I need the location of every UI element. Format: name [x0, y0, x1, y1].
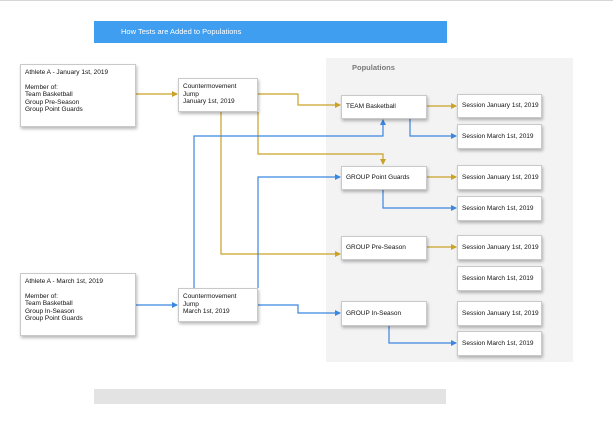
connector-test-jan-to-pre-season — [220, 112, 341, 257]
population-team-basketball[interactable]: TEAM Basketball — [341, 95, 427, 119]
membership-item: Group Pre-Season — [25, 98, 80, 106]
member-of-label: Member of: — [25, 292, 58, 300]
session-point-guards-march[interactable]: Session March 1st, 2019 — [457, 196, 542, 221]
session-label: Session January 1st, 2019 — [462, 173, 539, 181]
connector-team-basketball-to-session-mar — [409, 119, 457, 139]
connector-test-jan-to-point-guards — [257, 112, 386, 165]
population-label: TEAM Basketball — [346, 103, 396, 111]
population-label: GROUP In-Season — [346, 309, 402, 317]
session-pre-season-january[interactable]: Session January 1st, 2019 — [457, 235, 542, 260]
member-of-label: Member of: — [25, 83, 58, 91]
connector-test-mar-to-in-season — [258, 304, 341, 316]
session-pre-season-march[interactable]: Session March 1st, 2019 — [457, 266, 542, 291]
session-team-basketball-january[interactable]: Session January 1st, 2019 — [457, 94, 542, 118]
connector-test-mar-to-team-basketball — [193, 119, 386, 288]
test-card-january[interactable]: Countermovement Jump January 1st, 2019 — [178, 78, 258, 112]
athlete-name: Athlete A - March 1st, 2019 — [25, 278, 104, 285]
session-label: Session January 1st, 2019 — [462, 102, 539, 110]
population-label: GROUP Point Guards — [346, 174, 410, 182]
session-in-season-january[interactable]: Session January 1st, 2019 — [457, 301, 542, 326]
membership-item: Group Point Guards — [25, 106, 83, 114]
test-name: Countermovement Jump — [183, 293, 237, 308]
session-point-guards-january[interactable]: Session January 1st, 2019 — [457, 165, 542, 190]
session-label: Session March 1st, 2019 — [462, 204, 534, 212]
test-date: March 1st, 2019 — [183, 308, 230, 316]
test-card-march[interactable]: Countermovement Jump March 1st, 2019 — [178, 288, 258, 322]
session-team-basketball-march[interactable]: Session March 1st, 2019 — [457, 124, 542, 149]
membership-item: Group Point Guards — [25, 315, 83, 323]
connector-point-guards-to-session-mar — [382, 189, 457, 211]
session-label: Session January 1st, 2019 — [462, 309, 539, 317]
population-point-guards[interactable]: GROUP Point Guards — [341, 166, 427, 190]
session-label: Session March 1st, 2019 — [462, 132, 534, 140]
membership-item: Team Basketball — [25, 300, 73, 308]
connector-test-jan-to-team-basketball — [258, 93, 341, 108]
connector-in-season-to-session-mar — [388, 326, 457, 346]
athlete-name: Athlete A - January 1st, 2019 — [25, 69, 109, 76]
membership-item: Group In-Season — [25, 307, 75, 315]
footer-bar — [94, 389, 446, 404]
test-date: January 1st, 2019 — [183, 98, 235, 106]
connector-test-mar-to-point-guards — [257, 174, 341, 288]
session-label: Session January 1st, 2019 — [462, 243, 539, 251]
membership-item: Team Basketball — [25, 91, 73, 99]
population-label: GROUP Pre-Season — [346, 244, 406, 252]
session-label: Session March 1st, 2019 — [462, 339, 534, 347]
session-label: Session March 1st, 2019 — [462, 274, 534, 282]
session-in-season-march[interactable]: Session March 1st, 2019 — [457, 331, 542, 356]
test-name: Countermovement Jump — [183, 83, 237, 98]
athlete-card-march[interactable]: Athlete A - March 1st, 2019 Member of: T… — [20, 273, 136, 336]
athlete-card-january[interactable]: Athlete A - January 1st, 2019 Member of:… — [20, 64, 136, 127]
population-pre-season[interactable]: GROUP Pre-Season — [341, 236, 427, 260]
population-in-season[interactable]: GROUP In-Season — [341, 301, 427, 326]
